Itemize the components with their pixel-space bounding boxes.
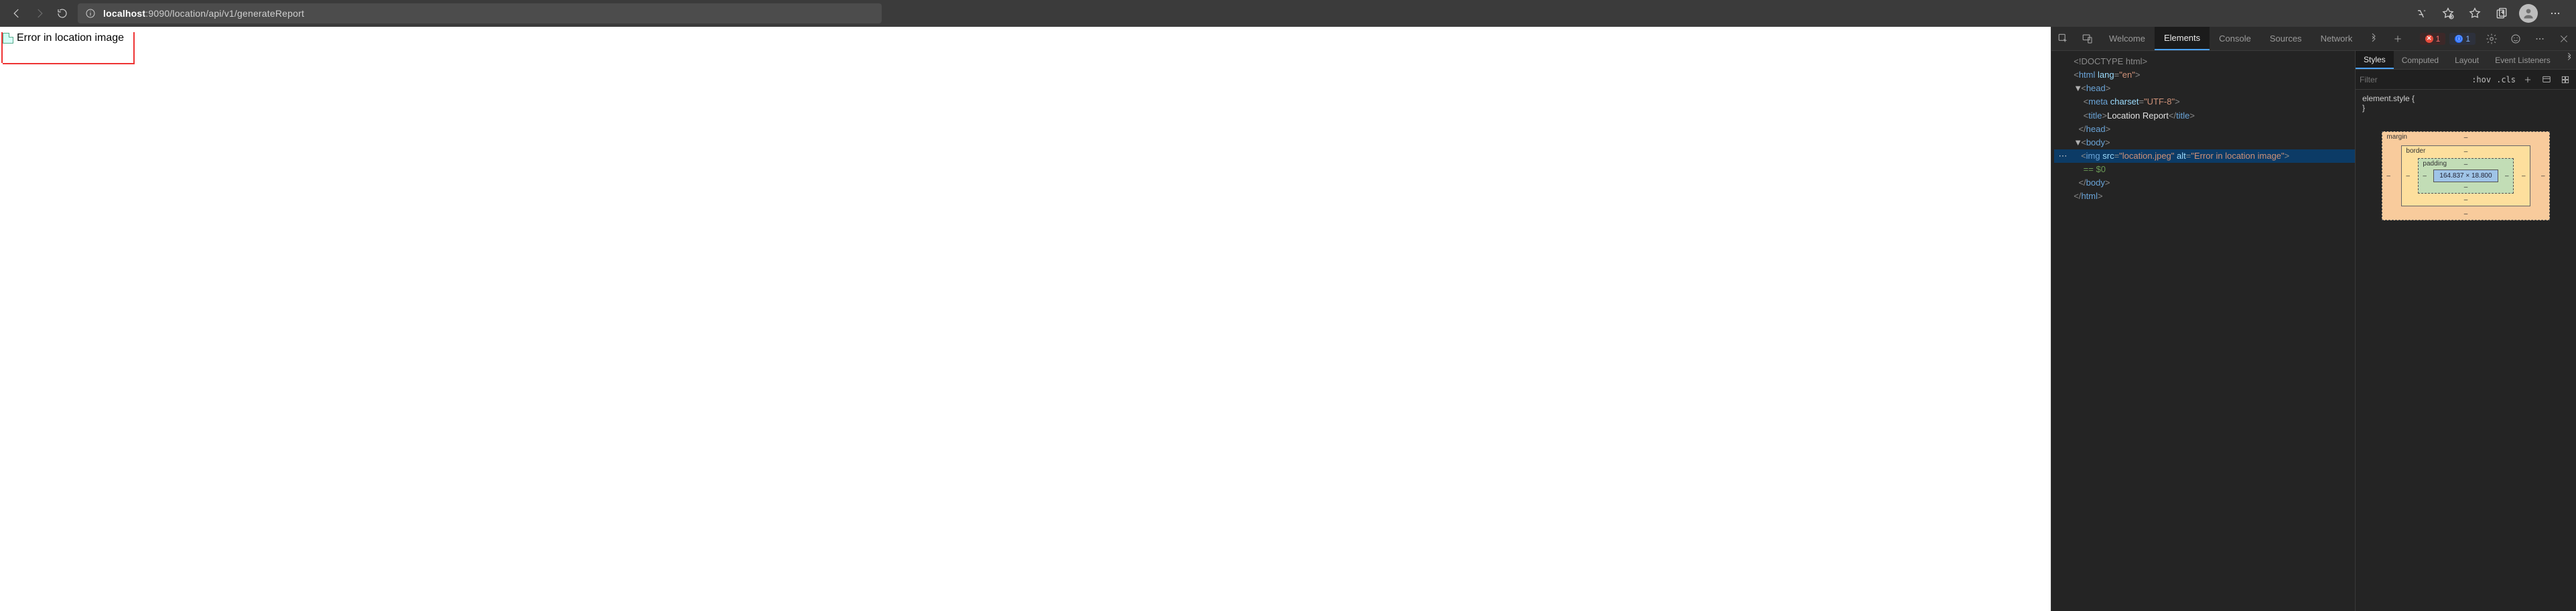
- tab-layout[interactable]: Layout: [2447, 51, 2487, 69]
- settings-icon[interactable]: [2480, 33, 2504, 45]
- styles-tabs-overflow-icon[interactable]: [2563, 51, 2576, 64]
- url-host: localhost: [103, 8, 145, 19]
- broken-image-alt-text: Error in location image: [17, 32, 124, 44]
- url-path: :9090/location/api/v1/generateReport: [145, 8, 304, 19]
- toggle-hov[interactable]: :hov: [2471, 75, 2491, 84]
- dom-line[interactable]: ▼<head>: [2054, 82, 2355, 95]
- styles-rules[interactable]: element.style { }: [2356, 90, 2576, 117]
- error-badge[interactable]: ✕ 1: [2420, 33, 2446, 45]
- styles-more-icon[interactable]: [2559, 73, 2572, 86]
- issue-badge[interactable]: ⓘ 1: [2449, 33, 2476, 45]
- dom-line[interactable]: ▼<body>: [2054, 136, 2355, 149]
- toggle-cls[interactable]: .cls: [2496, 75, 2516, 84]
- broken-image[interactable]: Error in location image: [3, 32, 124, 44]
- error-count: 1: [2436, 34, 2441, 44]
- browser-toolbar: localhost:9090/location/api/v1/generateR…: [0, 0, 2576, 27]
- site-info-icon[interactable]: [84, 7, 96, 19]
- refresh-button[interactable]: [51, 2, 74, 25]
- styles-filter-input[interactable]: [2360, 75, 2466, 84]
- svg-text:»: »: [2423, 9, 2425, 13]
- dom-line[interactable]: </body>: [2054, 176, 2355, 190]
- collections-icon[interactable]: [2489, 2, 2514, 25]
- tab-computed[interactable]: Computed: [2394, 51, 2447, 69]
- dom-line: == $0: [2054, 163, 2355, 176]
- devtools-body: <!DOCTYPE html> <html lang="en"> ▼<head>…: [2051, 51, 2576, 611]
- address-bar[interactable]: localhost:9090/location/api/v1/generateR…: [78, 3, 882, 23]
- tab-welcome[interactable]: Welcome: [2100, 27, 2155, 50]
- element-style-close: }: [2362, 103, 2569, 113]
- box-model-border[interactable]: border – – – – padding – – – – 16: [2401, 145, 2530, 206]
- error-dot-icon: ✕: [2425, 35, 2433, 43]
- back-button[interactable]: [5, 2, 28, 25]
- border-label: border: [2406, 147, 2425, 155]
- issue-dot-icon: ⓘ: [2455, 35, 2463, 43]
- issue-count: 1: [2465, 34, 2470, 44]
- device-emulation-icon[interactable]: [2076, 27, 2100, 50]
- forward-button[interactable]: [28, 2, 51, 25]
- feedback-icon[interactable]: [2504, 33, 2528, 45]
- box-model-padding[interactable]: padding – – – – 164.837 × 18.800: [2418, 158, 2513, 194]
- dom-line-selected[interactable]: ⋯ <img src="location.jpeg" alt="Error in…: [2054, 149, 2355, 163]
- devtools-panel: Welcome Elements Console Sources Network…: [2051, 27, 2576, 611]
- tab-event-listeners[interactable]: Event Listeners: [2487, 51, 2559, 69]
- margin-label: margin: [2386, 133, 2407, 141]
- devtools-tabstrip: Welcome Elements Console Sources Network…: [2051, 27, 2576, 51]
- close-devtools-icon[interactable]: [2552, 33, 2576, 44]
- box-model-content[interactable]: 164.837 × 18.800: [2433, 169, 2498, 182]
- new-tab-icon[interactable]: [2386, 27, 2410, 50]
- more-menu-icon[interactable]: [2543, 2, 2568, 25]
- favorites-icon[interactable]: [2462, 2, 2488, 25]
- dom-tree[interactable]: <!DOCTYPE html> <html lang="en"> ▼<head>…: [2051, 51, 2355, 611]
- box-model-margin[interactable]: margin – – – – border – – – – padding: [2382, 131, 2549, 220]
- styles-pane: Styles Computed Layout Event Listeners :…: [2355, 51, 2576, 611]
- dom-line[interactable]: </html>: [2054, 190, 2355, 203]
- tabs-overflow-icon[interactable]: [2362, 27, 2386, 50]
- rendered-page: Error in location image: [0, 27, 2051, 611]
- element-style-open: element.style {: [2362, 94, 2569, 103]
- dom-line[interactable]: <html lang="en">: [2054, 68, 2355, 82]
- url-text: localhost:9090/location/api/v1/generateR…: [103, 8, 304, 19]
- padding-label: padding: [2423, 160, 2447, 167]
- content-area: Error in location image Welcome Elements…: [0, 27, 2576, 611]
- inspect-element-icon[interactable]: [2051, 27, 2076, 50]
- selection-highlight: Error in location image: [3, 32, 135, 64]
- read-aloud-icon[interactable]: »: [2409, 2, 2434, 25]
- devtools-more-icon[interactable]: [2528, 33, 2552, 45]
- new-style-rule-icon[interactable]: [2521, 73, 2534, 86]
- dom-line[interactable]: <meta charset="UTF-8">: [2054, 95, 2355, 109]
- box-model[interactable]: margin – – – – border – – – – padding: [2356, 117, 2576, 611]
- tab-console[interactable]: Console: [2210, 27, 2260, 50]
- styles-filter-bar: :hov .cls: [2356, 70, 2576, 90]
- tab-elements[interactable]: Elements: [2155, 27, 2210, 50]
- tab-sources[interactable]: Sources: [2260, 27, 2311, 50]
- styles-tabstrip: Styles Computed Layout Event Listeners: [2356, 51, 2576, 70]
- toolbar-right: »: [2409, 2, 2571, 25]
- broken-image-icon: [3, 33, 13, 44]
- tab-styles[interactable]: Styles: [2356, 51, 2394, 69]
- add-favorite-icon[interactable]: [2435, 2, 2461, 25]
- dom-line[interactable]: </head>: [2054, 123, 2355, 136]
- tab-network[interactable]: Network: [2311, 27, 2362, 50]
- computed-sidebar-icon[interactable]: [2540, 73, 2553, 86]
- dom-line[interactable]: <title>Location Report</title>: [2054, 109, 2355, 123]
- profile-avatar[interactable]: [2516, 2, 2541, 25]
- dom-line[interactable]: <!DOCTYPE html>: [2054, 55, 2355, 68]
